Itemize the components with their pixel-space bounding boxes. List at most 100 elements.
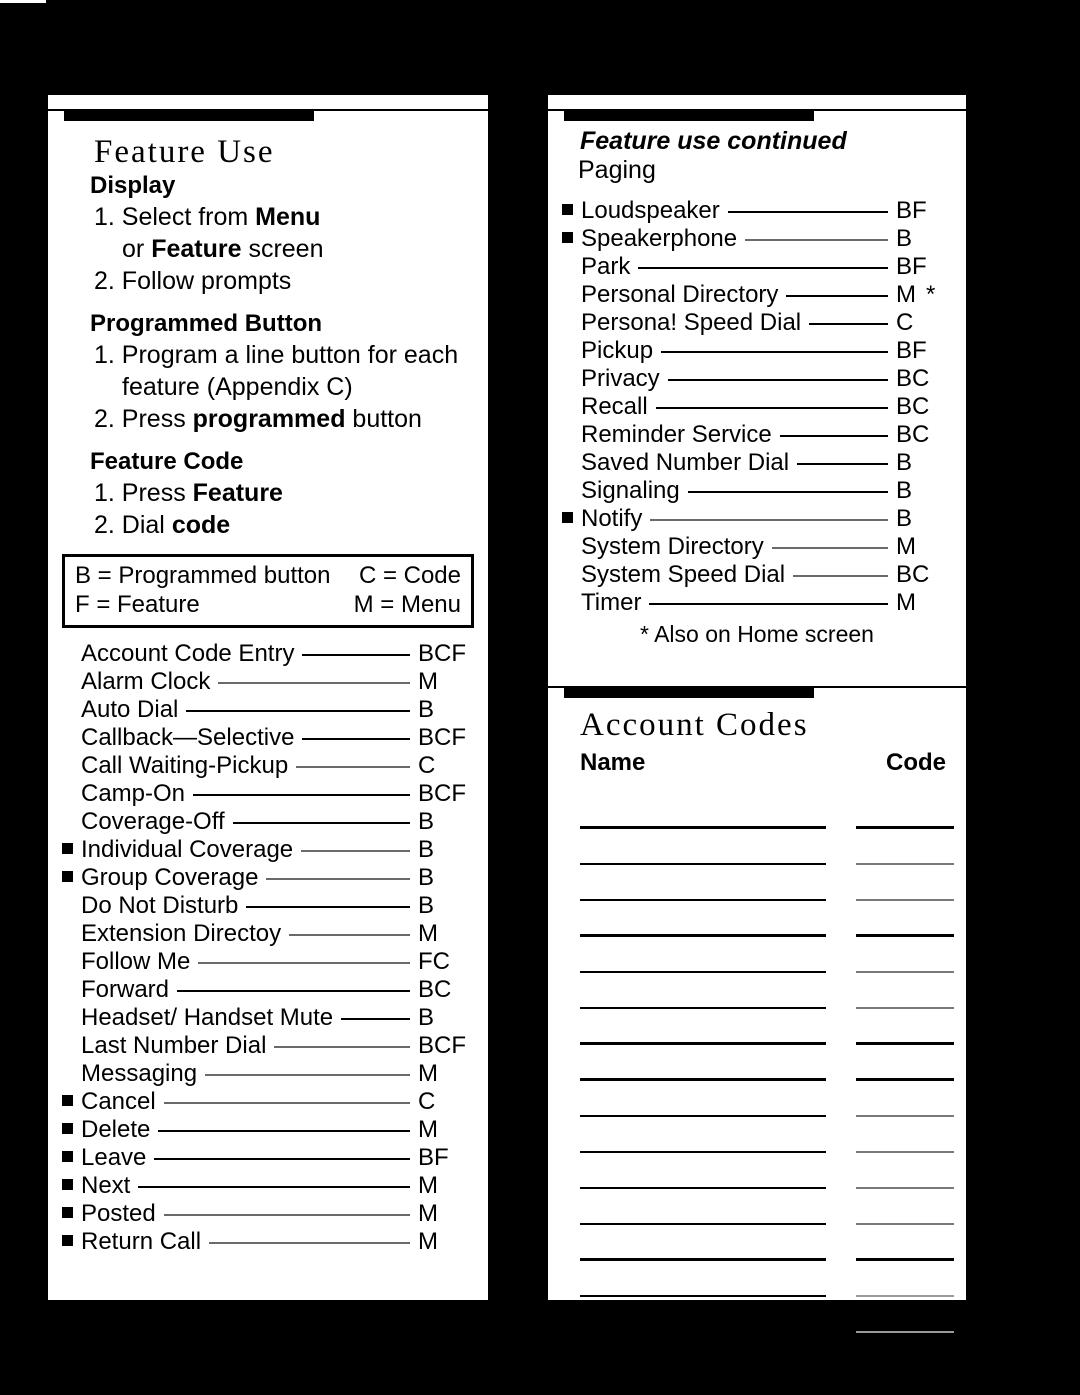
account-code-write-line[interactable]	[856, 1006, 954, 1009]
feature-access-code: M *	[896, 281, 936, 308]
feature-row: System Directory M	[562, 533, 952, 561]
feature-name: Saved Number Dial	[581, 449, 790, 476]
account-codes-column-headers: Name Code	[580, 749, 946, 777]
feature-name: Privacy	[581, 365, 660, 392]
account-code-entry-row[interactable]	[562, 793, 954, 829]
account-name-write-line[interactable]	[580, 1222, 826, 1225]
dotted-leader-rule	[302, 654, 410, 657]
square-bullet-icon	[562, 204, 573, 215]
feature-row: Camp-On BCF	[62, 780, 474, 808]
account-code-entry-row[interactable]	[562, 973, 954, 1009]
account-code-entry-row[interactable]	[562, 937, 954, 973]
step-text-tail: button	[345, 404, 422, 433]
account-code-entry-row[interactable]	[562, 1225, 954, 1261]
account-code-entry-row[interactable]	[562, 1297, 954, 1333]
account-code-entry-row[interactable]	[562, 1045, 954, 1081]
account-code-write-line[interactable]	[856, 933, 954, 937]
account-name-write-line[interactable]	[580, 1114, 826, 1117]
step-text: 2. Follow prompts	[94, 266, 292, 295]
feature-row: Extension Directoy M	[62, 920, 474, 948]
account-code-write-line[interactable]	[856, 898, 954, 901]
feature-name: Speakerphone	[581, 225, 738, 252]
feature-name: Persona! Speed Dial	[581, 309, 802, 336]
feature-access-code: FC	[418, 948, 450, 976]
feature-name: Callback—Selective	[81, 724, 295, 752]
account-code-entry-row[interactable]	[562, 1117, 954, 1153]
account-code-entry-row[interactable]	[562, 1261, 954, 1297]
account-code-write-line[interactable]	[856, 862, 954, 865]
account-code-write-line[interactable]	[856, 970, 954, 973]
feature-access-code: BC	[896, 393, 930, 420]
account-name-write-line[interactable]	[580, 1257, 826, 1261]
feature-access-code: B	[418, 808, 435, 836]
feature-row: Posted M	[62, 1200, 474, 1228]
account-name-write-line[interactable]	[580, 862, 826, 865]
feature-name: Account Code Entry	[81, 640, 295, 668]
account-code-entry-row[interactable]	[562, 901, 954, 937]
dotted-leader-rule	[138, 1186, 410, 1189]
feature-name: Loudspeaker	[581, 197, 720, 224]
feature-access-code: BC	[896, 421, 930, 448]
card-black-accent-bar	[64, 111, 314, 121]
dotted-leader-rule	[274, 1046, 410, 1049]
account-name-write-line[interactable]	[580, 1150, 826, 1153]
feature-use-continued-card: Feature use continued Paging Loudspeaker…	[548, 95, 966, 680]
account-code-write-line[interactable]	[856, 825, 954, 829]
legend-left: B = Programmed button	[75, 561, 331, 589]
account-code-entry-row[interactable]	[562, 829, 954, 865]
account-code-entry-row[interactable]	[562, 1081, 954, 1117]
feature-name: Headset/ Handset Mute	[81, 1004, 334, 1032]
feature-name: Forward	[81, 976, 170, 1004]
account-code-write-line[interactable]	[856, 1330, 954, 1333]
square-bullet-icon	[62, 871, 73, 883]
dotted-leader-rule	[786, 295, 888, 297]
feature-name: Return Call	[81, 1228, 202, 1256]
account-code-write-line[interactable]	[856, 1257, 954, 1261]
account-name-write-line[interactable]	[580, 1186, 826, 1189]
dotted-leader-rule	[232, 822, 410, 825]
feature-list-left: Account Code Entry BCF Alarm Clock M Auto Di…	[62, 640, 474, 1256]
account-code-write-line[interactable]	[856, 1150, 954, 1153]
step-keyword: Menu	[255, 202, 321, 231]
feature-access-code: B	[896, 449, 913, 476]
feature-name: Park	[581, 253, 631, 280]
step-text-tail: screen	[241, 234, 324, 263]
account-code-write-line[interactable]	[856, 1186, 954, 1189]
legend-row: F = Feature M = Menu	[75, 590, 461, 619]
account-code-entry-row[interactable]	[562, 1189, 954, 1225]
account-code-write-line[interactable]	[856, 1041, 954, 1045]
step-keyword: Feature	[192, 478, 283, 507]
square-bullet-icon	[62, 1179, 73, 1191]
instruction-step: 2. Dial code	[94, 511, 474, 540]
account-name-write-line[interactable]	[580, 1330, 826, 1333]
account-name-write-line[interactable]	[580, 933, 826, 937]
card-top-strip	[548, 672, 966, 688]
step-keyword: programmed	[192, 404, 346, 433]
account-name-write-line[interactable]	[580, 970, 826, 973]
feature-row: Recall BC	[562, 393, 952, 421]
account-code-write-line[interactable]	[856, 1114, 954, 1117]
account-code-entry-row[interactable]	[562, 1009, 954, 1045]
feature-row: Cancel C	[62, 1088, 474, 1116]
account-code-entry-row[interactable]	[562, 865, 954, 901]
section-title-display: Display	[90, 171, 176, 199]
account-name-write-line[interactable]	[580, 1077, 826, 1081]
account-code-entry-row[interactable]	[562, 1153, 954, 1189]
dotted-leader-rule	[793, 575, 888, 577]
account-name-write-line[interactable]	[580, 1006, 826, 1009]
account-name-write-line[interactable]	[580, 898, 826, 901]
account-code-write-line[interactable]	[856, 1294, 954, 1297]
step-text: or	[122, 234, 152, 263]
feature-access-code: M	[418, 1228, 438, 1256]
dotted-leader-rule	[266, 878, 410, 881]
step-text: 1. Press	[94, 478, 193, 507]
feature-name: Extension Directoy	[81, 920, 282, 948]
account-name-write-line[interactable]	[580, 1294, 826, 1297]
account-name-write-line[interactable]	[580, 825, 826, 829]
account-code-write-line[interactable]	[856, 1222, 954, 1225]
feature-access-code: BF	[896, 197, 927, 224]
feature-name: Leave	[81, 1144, 147, 1172]
feature-access-code: B	[418, 1004, 435, 1032]
account-name-write-line[interactable]	[580, 1041, 826, 1045]
account-code-write-line[interactable]	[856, 1077, 954, 1081]
